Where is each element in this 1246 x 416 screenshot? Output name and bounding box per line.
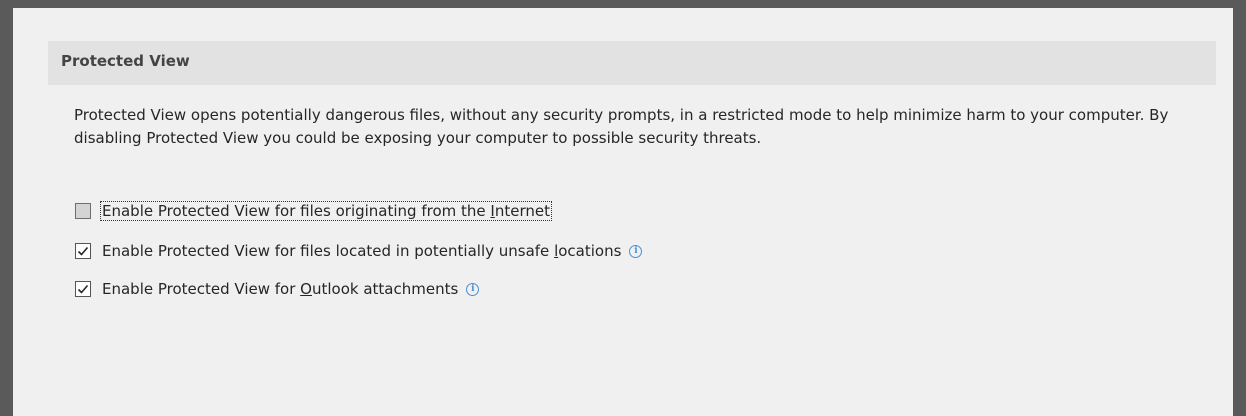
section-title: Protected View bbox=[61, 52, 190, 70]
info-icon[interactable]: i bbox=[466, 282, 480, 296]
unsafe-locations-checkbox[interactable] bbox=[75, 243, 91, 259]
outlook-attachments-checkbox[interactable] bbox=[75, 281, 91, 297]
outlook-attachments-label[interactable]: Enable Protected View for Outlook attach… bbox=[100, 280, 460, 298]
option-internet-files[interactable]: Enable Protected View for files originat… bbox=[75, 200, 552, 222]
internet-files-label[interactable]: Enable Protected View for files originat… bbox=[100, 201, 552, 221]
checkmark-icon bbox=[77, 246, 89, 256]
section-header: Protected View bbox=[48, 41, 1216, 85]
window-frame-top bbox=[0, 0, 1246, 8]
window-frame-left bbox=[0, 0, 13, 416]
checkmark-icon bbox=[77, 284, 89, 294]
unsafe-locations-label[interactable]: Enable Protected View for files located … bbox=[100, 242, 623, 260]
option-outlook-attachments[interactable]: Enable Protected View for Outlook attach… bbox=[75, 278, 480, 300]
info-icon[interactable]: i bbox=[629, 244, 643, 258]
settings-content: Protected View Protected View opens pote… bbox=[13, 8, 1233, 416]
internet-files-checkbox[interactable] bbox=[75, 203, 91, 219]
window-frame-right bbox=[1233, 0, 1246, 416]
option-unsafe-locations[interactable]: Enable Protected View for files located … bbox=[75, 240, 643, 262]
section-description: Protected View opens potentially dangero… bbox=[74, 106, 1169, 147]
